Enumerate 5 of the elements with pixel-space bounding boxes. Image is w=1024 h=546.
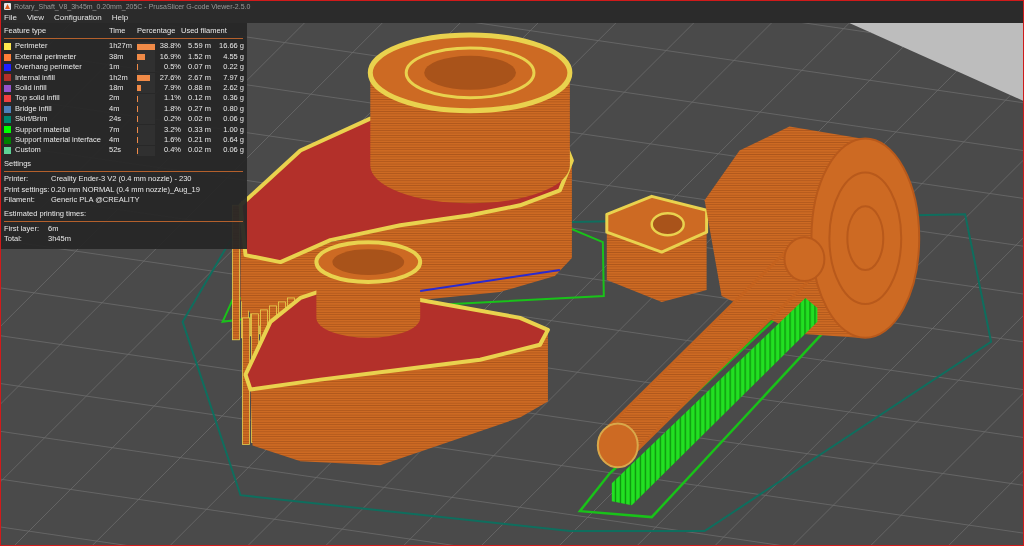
menu-item[interactable]: View: [26, 11, 45, 23]
menu-item[interactable]: Configuration: [54, 11, 102, 23]
app-icon: [4, 2, 11, 10]
menu-item[interactable]: File: [4, 11, 17, 23]
menu-item[interactable]: Help: [111, 11, 129, 23]
